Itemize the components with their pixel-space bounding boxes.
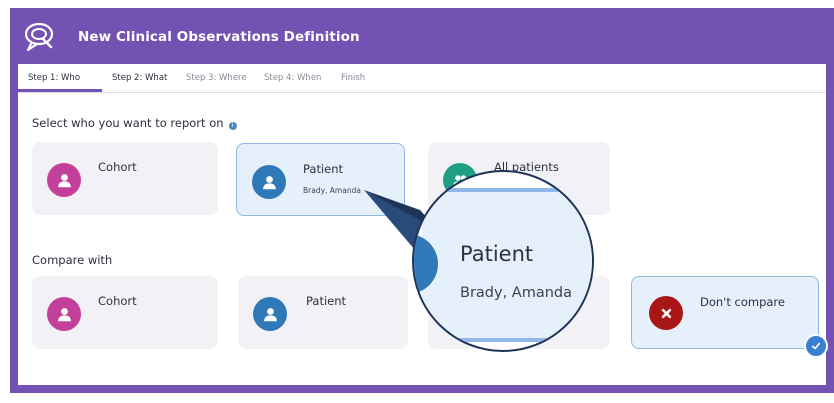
- tab-finish[interactable]: Finish: [341, 73, 365, 83]
- card-title: Cohort: [98, 160, 137, 174]
- tab-step-4-when[interactable]: Step 4: When: [264, 73, 321, 83]
- person-icon: [47, 163, 81, 197]
- group-icon: [443, 163, 477, 197]
- compare-option-cohort[interactable]: Cohort: [32, 276, 218, 349]
- compare-with-label: Compare with: [32, 253, 113, 267]
- card-title: Patient: [306, 294, 347, 308]
- compare-option-patient[interactable]: Patient: [238, 276, 408, 349]
- report-option-cohort[interactable]: Cohort: [32, 142, 218, 215]
- tab-step-1-who[interactable]: Step 1: Who: [28, 73, 80, 83]
- active-tab-indicator: [18, 89, 102, 92]
- selected-patient-name: Brady, Amanda: [303, 186, 361, 195]
- wizard-steps: Step 1: Who Step 2: What Step 3: Where S…: [18, 64, 826, 93]
- person-icon: [47, 297, 81, 331]
- card-title: Don't compare: [700, 295, 785, 309]
- close-icon: [649, 296, 683, 330]
- app-header: New Clinical Observations Definition: [10, 8, 834, 64]
- compare-option-all-patients[interactable]: [428, 276, 610, 349]
- wizard-content: Step 1: Who Step 2: What Step 3: Where S…: [18, 64, 828, 385]
- person-icon: [252, 165, 286, 199]
- person-icon: [253, 297, 287, 331]
- card-title: Patient: [303, 162, 344, 176]
- report-on-label-text: Select who you want to report on: [32, 116, 224, 130]
- card-title: Cohort: [98, 294, 137, 308]
- info-icon[interactable]: i: [228, 122, 237, 130]
- report-on-label: Select who you want to report on i: [32, 116, 237, 130]
- compare-option-dont-compare[interactable]: Don't compare: [631, 276, 828, 358]
- tab-step-2-what[interactable]: Step 2: What: [112, 73, 167, 83]
- window-title: New Clinical Observations Definition: [78, 29, 360, 45]
- report-option-all-patients[interactable]: All patients: [428, 142, 610, 215]
- report-option-patient[interactable]: Patient Brady, Amanda: [236, 143, 405, 216]
- tab-step-3-where[interactable]: Step 3: Where: [186, 73, 247, 83]
- card-title: All patients: [494, 160, 559, 174]
- group-icon: [443, 297, 477, 331]
- speech-bubble-logo-icon: [24, 22, 54, 52]
- check-icon: [804, 334, 828, 358]
